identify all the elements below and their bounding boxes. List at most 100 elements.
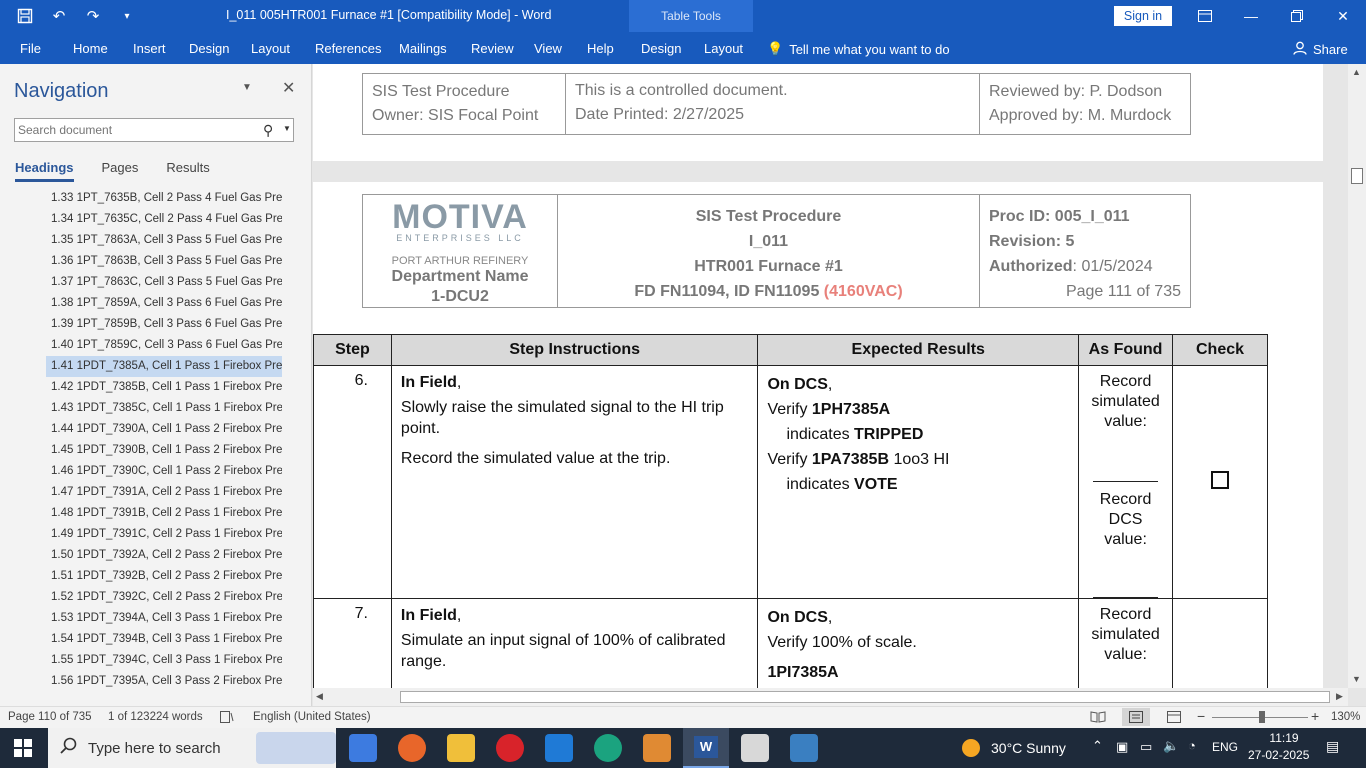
close-pane-icon[interactable]: ✕ (282, 78, 295, 98)
start-windows-icon[interactable] (14, 739, 32, 760)
minimize-icon[interactable]: — (1228, 0, 1274, 32)
scroll-up-icon[interactable]: ▲ (1352, 67, 1361, 77)
mail-icon[interactable] (545, 734, 573, 762)
tab-insert[interactable]: Insert (133, 41, 166, 56)
heading-item[interactable]: 1.56 1PDT_7395A, Cell 3 Pass 2 Firebox P… (46, 671, 282, 692)
copilot-icon[interactable] (349, 734, 377, 762)
word-count[interactable]: 1 of 123224 words (108, 711, 203, 723)
app-icon[interactable] (643, 734, 671, 762)
ribbon-display-options-icon[interactable] (1182, 0, 1228, 32)
heading-item[interactable]: 1.42 1PDT_7385B, Cell 1 Pass 1 Firebox P… (46, 377, 282, 398)
undo-icon[interactable]: ↶ (44, 4, 74, 28)
heading-item[interactable]: 1.43 1PDT_7385C, Cell 1 Pass 1 Firebox P… (46, 398, 282, 419)
pane-options-icon[interactable]: ▼ (242, 82, 252, 93)
sign-in-button[interactable]: Sign in (1114, 6, 1172, 26)
save-icon[interactable] (10, 4, 40, 28)
zoom-slider-thumb[interactable] (1259, 711, 1265, 723)
tab-mailings[interactable]: Mailings (399, 41, 447, 56)
heading-item[interactable]: 1.41 1PDT_7385A, Cell 1 Pass 1 Firebox P… (46, 356, 282, 377)
tab-layout[interactable]: Layout (251, 41, 290, 56)
search-icon[interactable]: ⚲ (263, 122, 273, 139)
heading-item[interactable]: 1.51 1PDT_7392B, Cell 2 Pass 2 Firebox P… (46, 566, 282, 587)
redo-icon[interactable]: ↷ (78, 4, 108, 28)
heading-item[interactable]: 1.54 1PDT_7394B, Cell 3 Pass 1 Firebox P… (46, 629, 282, 650)
heading-item[interactable]: 1.35 1PT_7863A, Cell 3 Pass 5 Fuel Gas P… (46, 230, 282, 251)
language[interactable]: English (United States) (253, 711, 371, 723)
firefox-icon[interactable] (398, 734, 426, 762)
heading-item[interactable]: 1.47 1PDT_7391A, Cell 2 Pass 1 Firebox P… (46, 482, 282, 503)
heading-item[interactable]: 1.50 1PDT_7392A, Cell 2 Pass 2 Firebox P… (46, 545, 282, 566)
vertical-scrollbar[interactable]: ▲ ▼ (1348, 64, 1366, 688)
heading-item[interactable]: 1.46 1PDT_7390C, Cell 1 Pass 2 Firebox P… (46, 461, 282, 482)
tab-home[interactable]: Home (73, 41, 108, 56)
heading-item[interactable]: 1.37 1PT_7863C, Cell 3 Pass 5 Fuel Gas P… (46, 272, 282, 293)
clock-time[interactable]: 11:19 (1254, 731, 1314, 745)
tab-table-design[interactable]: Design (641, 41, 681, 56)
close-icon[interactable]: ✕ (1320, 0, 1366, 32)
heading-item[interactable]: 1.49 1PDT_7391C, Cell 2 Pass 1 Firebox P… (46, 524, 282, 545)
print-layout-icon[interactable] (1122, 708, 1150, 726)
tell-me-search[interactable]: 💡 Tell me what you want to do (767, 41, 950, 57)
customize-qat-icon[interactable]: ▾ (112, 4, 142, 28)
tab-file[interactable]: File (20, 41, 41, 56)
tab-review[interactable]: Review (471, 41, 514, 56)
zoom-level[interactable]: 130% (1331, 711, 1360, 723)
weather-text[interactable]: 30°C Sunny (991, 740, 1066, 756)
search-document-input[interactable] (15, 119, 255, 141)
network-icon[interactable]: ◔ (1188, 738, 1196, 753)
tab-references[interactable]: References (315, 41, 381, 56)
scroll-left-icon[interactable]: ◀ (316, 691, 323, 702)
dcs-value-line[interactable] (1093, 550, 1159, 598)
zoom-out-icon[interactable]: − (1197, 708, 1205, 724)
nav-tab-pages[interactable]: Pages (102, 160, 139, 182)
search-dropdown-icon[interactable]: ▼ (283, 124, 291, 133)
volume-icon[interactable]: 🔈 (1163, 738, 1179, 754)
restore-icon[interactable] (1274, 0, 1320, 32)
heading-item[interactable]: 1.38 1PT_7859A, Cell 3 Pass 6 Fuel Gas P… (46, 293, 282, 314)
battery-icon[interactable]: ▭ (1140, 739, 1152, 755)
tab-help[interactable]: Help (587, 41, 614, 56)
heading-item[interactable]: 1.39 1PT_7859B, Cell 3 Pass 6 Fuel Gas P… (46, 314, 282, 335)
heading-item[interactable]: 1.48 1PDT_7391B, Cell 2 Pass 1 Firebox P… (46, 503, 282, 524)
heading-item[interactable]: 1.55 1PDT_7394C, Cell 3 Pass 1 Firebox P… (46, 650, 282, 671)
notifications-icon[interactable]: ▤ (1326, 738, 1339, 755)
checkbox-icon[interactable] (1211, 470, 1230, 489)
scroll-down-icon[interactable]: ▼ (1352, 674, 1361, 684)
nav-tab-results[interactable]: Results (166, 160, 209, 182)
app-icon[interactable] (741, 734, 769, 762)
web-layout-icon[interactable] (1167, 711, 1181, 726)
heading-item[interactable]: 1.33 1PT_7635B, Cell 2 Pass 4 Fuel Gas P… (46, 188, 282, 209)
proofing-icon[interactable] (220, 711, 234, 726)
tray-icon[interactable]: ▣ (1116, 739, 1128, 755)
tab-table-layout[interactable]: Layout (704, 41, 743, 56)
heading-item[interactable]: 1.40 1PT_7859C, Cell 3 Pass 6 Fuel Gas P… (46, 335, 282, 356)
input-language[interactable]: ENG (1212, 740, 1238, 754)
file-explorer-icon[interactable] (447, 734, 475, 762)
heading-item[interactable]: 1.53 1PDT_7394A, Cell 3 Pass 1 Firebox P… (46, 608, 282, 629)
share-button[interactable]: Share (1293, 41, 1348, 58)
weather-icon[interactable] (962, 739, 980, 757)
app-icon[interactable] (790, 734, 818, 762)
heading-item[interactable]: 1.44 1PDT_7390A, Cell 1 Pass 2 Firebox P… (46, 419, 282, 440)
heading-item[interactable]: 1.34 1PT_7635C, Cell 2 Pass 4 Fuel Gas P… (46, 209, 282, 230)
scroll-thumb[interactable] (1351, 168, 1363, 184)
taskbar-search[interactable]: Type here to search (48, 728, 336, 768)
page-count[interactable]: Page 110 of 735 (8, 711, 92, 723)
chevron-up-icon[interactable]: ⌃ (1092, 738, 1103, 754)
clock-date[interactable]: 27-02-2025 (1248, 748, 1309, 762)
heading-item[interactable]: 1.52 1PDT_7392C, Cell 2 Pass 2 Firebox P… (46, 587, 282, 608)
zoom-in-icon[interactable]: + (1311, 708, 1319, 724)
heading-item[interactable]: 1.36 1PT_7863B, Cell 3 Pass 5 Fuel Gas P… (46, 251, 282, 272)
nav-tab-headings[interactable]: Headings (15, 160, 74, 182)
simulated-value-line[interactable] (1093, 432, 1159, 482)
hscroll-thumb[interactable] (400, 691, 1330, 703)
horizontal-scrollbar[interactable]: ◀ ▶ (313, 688, 1348, 706)
tab-design[interactable]: Design (189, 41, 229, 56)
edge-icon[interactable] (594, 734, 622, 762)
word-taskbar-active[interactable]: W (683, 728, 729, 768)
opera-icon[interactable] (496, 734, 524, 762)
tab-view[interactable]: View (534, 41, 562, 56)
read-mode-icon[interactable] (1090, 711, 1106, 726)
scroll-right-icon[interactable]: ▶ (1336, 691, 1343, 702)
heading-item[interactable]: 1.45 1PDT_7390B, Cell 1 Pass 2 Firebox P… (46, 440, 282, 461)
